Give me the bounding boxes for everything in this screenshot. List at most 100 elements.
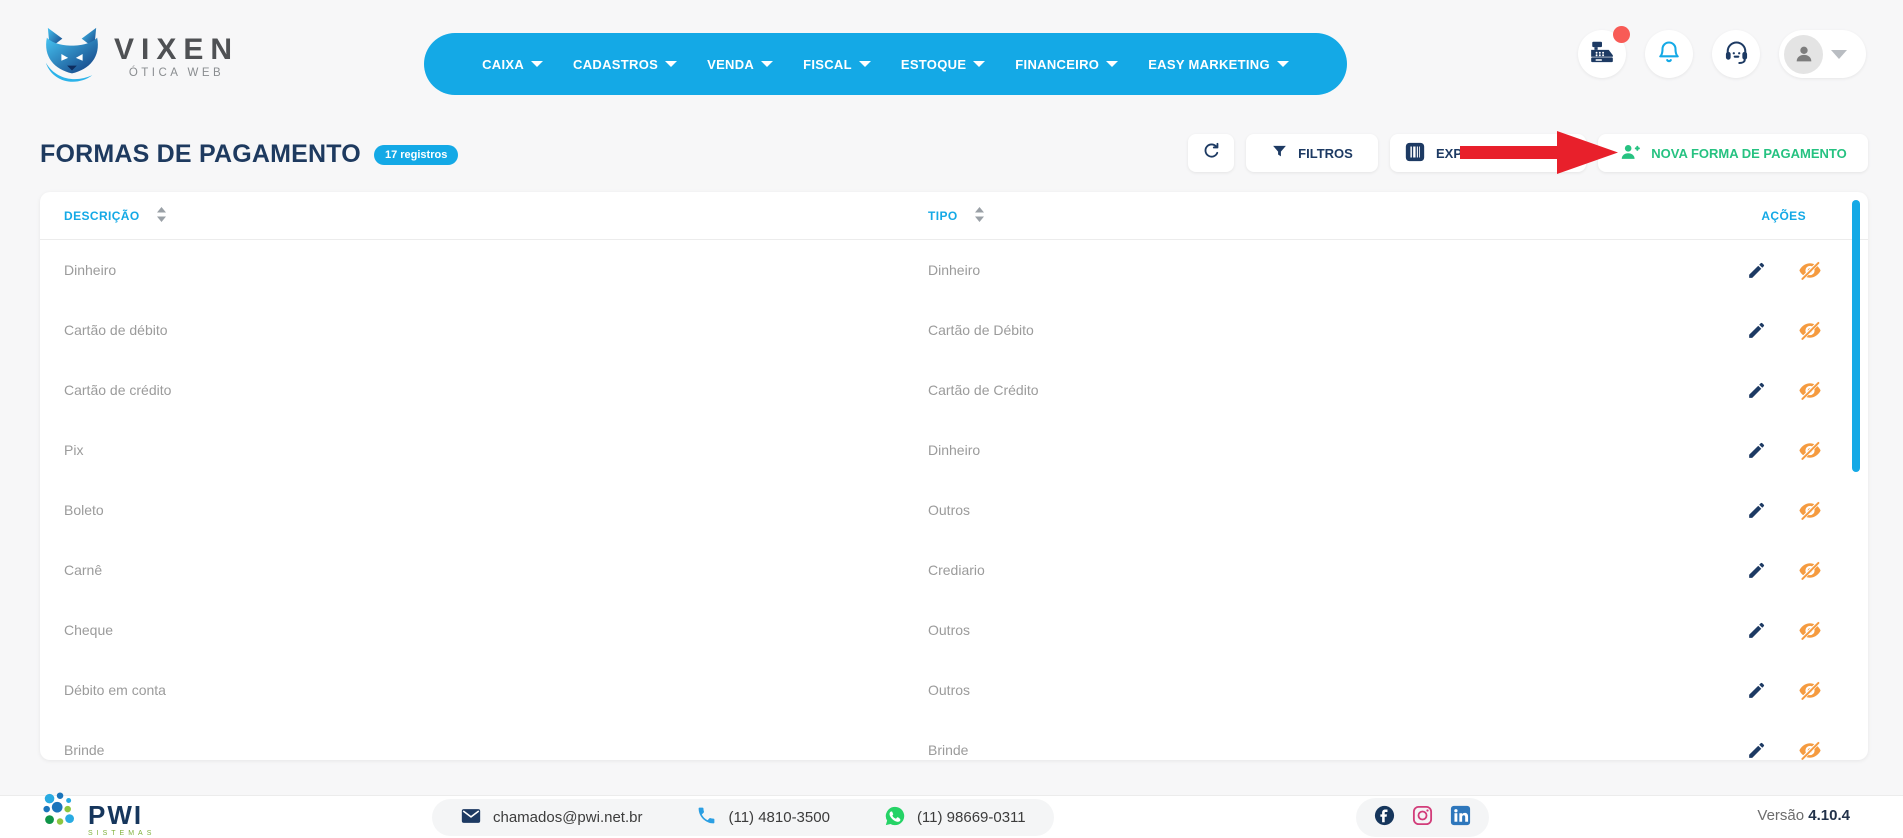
hide-visibility-button[interactable] bbox=[1798, 678, 1822, 702]
social-links bbox=[1356, 798, 1489, 837]
table-row: Cartão de crédito Cartão de Crédito bbox=[40, 360, 1868, 420]
table-row: Débito em conta Outros bbox=[40, 660, 1868, 720]
user-menu[interactable] bbox=[1779, 30, 1866, 78]
page-header: FORMAS DE PAGAMENTO 17 registros bbox=[40, 140, 458, 169]
nav-item-label: CAIXA bbox=[482, 57, 524, 72]
cell-descricao: Boleto bbox=[40, 502, 928, 518]
filters-button[interactable]: FILTROS bbox=[1246, 134, 1378, 172]
hide-visibility-button[interactable] bbox=[1798, 438, 1822, 462]
hide-visibility-button[interactable] bbox=[1798, 498, 1822, 522]
cell-tipo: Brinde bbox=[928, 742, 1638, 758]
notifications-button[interactable] bbox=[1645, 30, 1693, 78]
barcode-icon bbox=[1404, 141, 1426, 166]
nav-item-label: FISCAL bbox=[803, 57, 852, 72]
notification-dot bbox=[1613, 26, 1630, 43]
table-scrollbar[interactable] bbox=[1852, 200, 1860, 472]
sort-icon[interactable] bbox=[974, 207, 985, 225]
nav-item-label: FINANCEIRO bbox=[1015, 57, 1099, 72]
avatar bbox=[1784, 35, 1823, 74]
cell-tipo: Dinheiro bbox=[928, 442, 1638, 458]
edit-button[interactable] bbox=[1744, 318, 1768, 342]
pos-register-button[interactable] bbox=[1578, 30, 1626, 78]
facebook-icon[interactable] bbox=[1373, 804, 1396, 832]
hide-visibility-button[interactable] bbox=[1798, 738, 1822, 760]
brand-subtitle: ÓTICA WEB bbox=[129, 68, 224, 80]
page-title: FORMAS DE PAGAMENTO bbox=[40, 140, 361, 169]
nav-item-financeiro[interactable]: FINANCEIRO bbox=[1015, 57, 1118, 72]
nav-item-label: VENDA bbox=[707, 57, 754, 72]
table-row: Boleto Outros bbox=[40, 480, 1868, 540]
edit-button[interactable] bbox=[1744, 378, 1768, 402]
export-label: EXPORTAR DADOS bbox=[1436, 146, 1558, 161]
app-window: VIXEN ÓTICA WEB CAIXA CADASTROS VENDA FISCA… bbox=[0, 0, 1903, 838]
toolbar-divider: | bbox=[1568, 144, 1572, 162]
table-row: Carnê Crediario bbox=[40, 540, 1868, 600]
cell-descricao: Cartão de débito bbox=[40, 322, 928, 338]
nav-item-caixa[interactable]: CAIXA bbox=[482, 57, 543, 72]
edit-button[interactable] bbox=[1744, 618, 1768, 642]
column-header-tipo[interactable]: TIPO bbox=[928, 207, 1638, 225]
hide-visibility-button[interactable] bbox=[1798, 258, 1822, 282]
row-actions bbox=[1638, 558, 1868, 582]
edit-button[interactable] bbox=[1744, 498, 1768, 522]
support-button[interactable] bbox=[1712, 30, 1760, 78]
chevron-down-icon bbox=[531, 61, 543, 67]
cell-tipo: Crediario bbox=[928, 562, 1638, 578]
edit-button[interactable] bbox=[1744, 558, 1768, 582]
cell-descricao: Carnê bbox=[40, 562, 928, 578]
envelope-icon bbox=[460, 805, 482, 831]
linkedin-icon[interactable] bbox=[1449, 804, 1472, 832]
records-count-badge: 17 registros bbox=[374, 145, 458, 165]
hide-visibility-button[interactable] bbox=[1798, 318, 1822, 342]
hide-visibility-button[interactable] bbox=[1798, 558, 1822, 582]
header-actions bbox=[1578, 30, 1866, 78]
chevron-down-icon bbox=[761, 61, 773, 67]
table-row: Pix Dinheiro bbox=[40, 420, 1868, 480]
nav-item-label: CADASTROS bbox=[573, 57, 658, 72]
person-plus-icon bbox=[1619, 141, 1641, 166]
column-header-descricao[interactable]: DESCRIÇÃO bbox=[40, 207, 928, 225]
cell-tipo: Outros bbox=[928, 502, 1638, 518]
support-phone[interactable]: (11) 4810-3500 bbox=[696, 805, 829, 830]
edit-button[interactable] bbox=[1744, 438, 1768, 462]
row-actions bbox=[1638, 258, 1868, 282]
hide-visibility-button[interactable] bbox=[1798, 618, 1822, 642]
nav-item-estoque[interactable]: ESTOQUE bbox=[901, 57, 985, 72]
chevron-down-icon bbox=[1277, 61, 1289, 67]
cell-descricao: Dinheiro bbox=[40, 262, 928, 278]
new-payment-method-button[interactable]: NOVA FORMA DE PAGAMENTO bbox=[1598, 134, 1868, 172]
nav-item-easy-marketing[interactable]: EASY MARKETING bbox=[1148, 57, 1289, 72]
hide-visibility-button[interactable] bbox=[1798, 378, 1822, 402]
edit-button[interactable] bbox=[1744, 258, 1768, 282]
sort-icon[interactable] bbox=[156, 207, 167, 225]
table-body: Dinheiro Dinheiro bbox=[40, 240, 1868, 760]
row-actions bbox=[1638, 318, 1868, 342]
chevron-down-icon bbox=[665, 61, 677, 67]
headset-icon bbox=[1723, 38, 1750, 70]
brand-name: VIXEN bbox=[114, 35, 239, 65]
chevron-down-icon bbox=[1831, 50, 1847, 59]
edit-button[interactable] bbox=[1744, 678, 1768, 702]
nav-item-fiscal[interactable]: FISCAL bbox=[803, 57, 871, 72]
export-data-button[interactable]: EXPORTAR DADOS | bbox=[1390, 134, 1586, 172]
chevron-down-icon bbox=[973, 61, 985, 67]
version-number: 4.10.4 bbox=[1808, 807, 1850, 824]
column-header-acoes: AÇÕES bbox=[1638, 209, 1868, 223]
pwi-logo[interactable]: PWI SISTEMAS bbox=[40, 790, 155, 837]
filters-label: FILTROS bbox=[1298, 146, 1353, 161]
refresh-button[interactable] bbox=[1188, 134, 1234, 172]
pwi-name: PWI bbox=[88, 802, 155, 828]
instagram-icon[interactable] bbox=[1411, 804, 1434, 832]
nav-item-label: ESTOQUE bbox=[901, 57, 966, 72]
support-email[interactable]: chamados@pwi.net.br bbox=[460, 805, 642, 831]
cash-register-icon bbox=[1589, 39, 1615, 70]
support-whatsapp[interactable]: (11) 98669-0311 bbox=[884, 805, 1026, 831]
row-actions bbox=[1638, 498, 1868, 522]
edit-button[interactable] bbox=[1744, 738, 1768, 760]
row-actions bbox=[1638, 378, 1868, 402]
table-row: Cheque Outros bbox=[40, 600, 1868, 660]
vixen-logo[interactable]: VIXEN ÓTICA WEB bbox=[40, 26, 239, 89]
payment-methods-table: DESCRIÇÃO TIPO AÇÕES bbox=[40, 192, 1868, 760]
nav-item-venda[interactable]: VENDA bbox=[707, 57, 773, 72]
nav-item-cadastros[interactable]: CADASTROS bbox=[573, 57, 677, 72]
